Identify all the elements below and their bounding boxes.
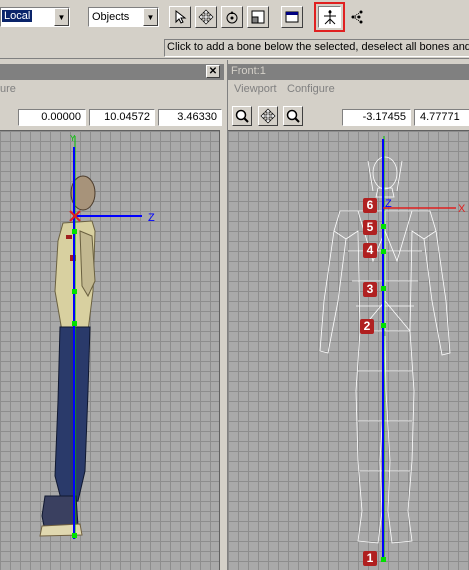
magnifier-icon: [286, 109, 300, 123]
coord-x-field[interactable]: 0.00000: [18, 109, 86, 126]
window-icon: [285, 11, 299, 23]
bone-marker-1: 1: [363, 551, 377, 566]
coord-system-dropdown[interactable]: Local ▼: [0, 7, 70, 27]
scale-tool-button[interactable]: [247, 6, 269, 28]
move-icon: [198, 9, 214, 25]
close-button[interactable]: ✕: [206, 65, 220, 78]
side-view-figure: Y Z: [39, 134, 155, 539]
front-axis-z-label: Z: [385, 198, 392, 210]
status-hint-text: Click to add a bone below the selected, …: [167, 41, 469, 53]
coord-system-value: Local: [2, 10, 33, 22]
bone-marker-2: 2: [360, 319, 374, 334]
left-configure-menu[interactable]: ure: [0, 83, 16, 95]
zoom-button[interactable]: [283, 106, 303, 126]
rotate-icon: [226, 11, 238, 24]
axis-z-label: Z: [148, 212, 155, 224]
viewport-menu[interactable]: Viewport: [234, 83, 277, 95]
zoom-extents-button[interactable]: [232, 106, 252, 126]
front-viewport-canvas[interactable]: Z X 6 5 4 3 2 1: [228, 130, 469, 570]
bone-hierarchy-icon: [351, 10, 363, 24]
select-tool-button[interactable]: [169, 6, 191, 28]
front-axis-x-label: X: [458, 203, 466, 215]
front-coord-x-field[interactable]: -3.17455: [342, 109, 411, 126]
main-toolbar: Local ▼ Objects ▼: [0, 0, 469, 37]
configure-menu[interactable]: Configure: [287, 83, 335, 95]
left-viewport-canvas[interactable]: Y Z: [0, 130, 220, 570]
front-viewport-panel: Front:1 Viewport Configure -3.17455 4.77…: [227, 60, 469, 570]
close-icon: ✕: [208, 66, 218, 77]
rotate-tool-button[interactable]: [221, 6, 243, 28]
chevron-down-icon[interactable]: ▼: [54, 8, 69, 26]
create-bone-button-selected[interactable]: [314, 2, 345, 32]
move-tool-button[interactable]: [195, 6, 217, 28]
selection-filter-value: Objects: [92, 11, 130, 23]
select-arrow-icon: [175, 9, 187, 24]
bone-marker-6: 6: [363, 198, 377, 213]
front-viewport-titlebar: Front:1: [228, 64, 469, 80]
bone-marker-4: 4: [363, 243, 377, 258]
front-wireframe-figure: Z X: [319, 136, 466, 562]
bone-hierarchy-button[interactable]: [346, 6, 368, 28]
left-viewport-panel: ✕ ure 0.00000 10.04572 3.46330 Y Z: [0, 60, 224, 570]
zoom-icon: [235, 109, 249, 123]
create-bone-icon: [323, 10, 336, 25]
bone-marker-3: 3: [363, 282, 377, 297]
chevron-down-icon[interactable]: ▼: [143, 8, 158, 26]
pan-icon: [260, 108, 276, 124]
coord-y-field[interactable]: 10.04572: [89, 109, 155, 126]
pan-button[interactable]: [258, 106, 278, 126]
front-viewport-title: Front:1: [231, 65, 266, 77]
axis-y-label: Y: [70, 134, 76, 143]
status-bar: Click to add a bone below the selected, …: [0, 37, 469, 59]
scale-icon: [251, 10, 265, 24]
left-viewport-titlebar: ✕: [0, 64, 224, 80]
coord-z-field[interactable]: 3.46330: [158, 109, 222, 126]
bone-marker-5: 5: [363, 220, 377, 235]
window-button[interactable]: [281, 6, 303, 28]
status-hint-field: Click to add a bone below the selected, …: [164, 39, 469, 57]
selection-filter-dropdown[interactable]: Objects ▼: [88, 7, 159, 27]
front-coord-y-field[interactable]: 4.77771: [414, 109, 469, 126]
